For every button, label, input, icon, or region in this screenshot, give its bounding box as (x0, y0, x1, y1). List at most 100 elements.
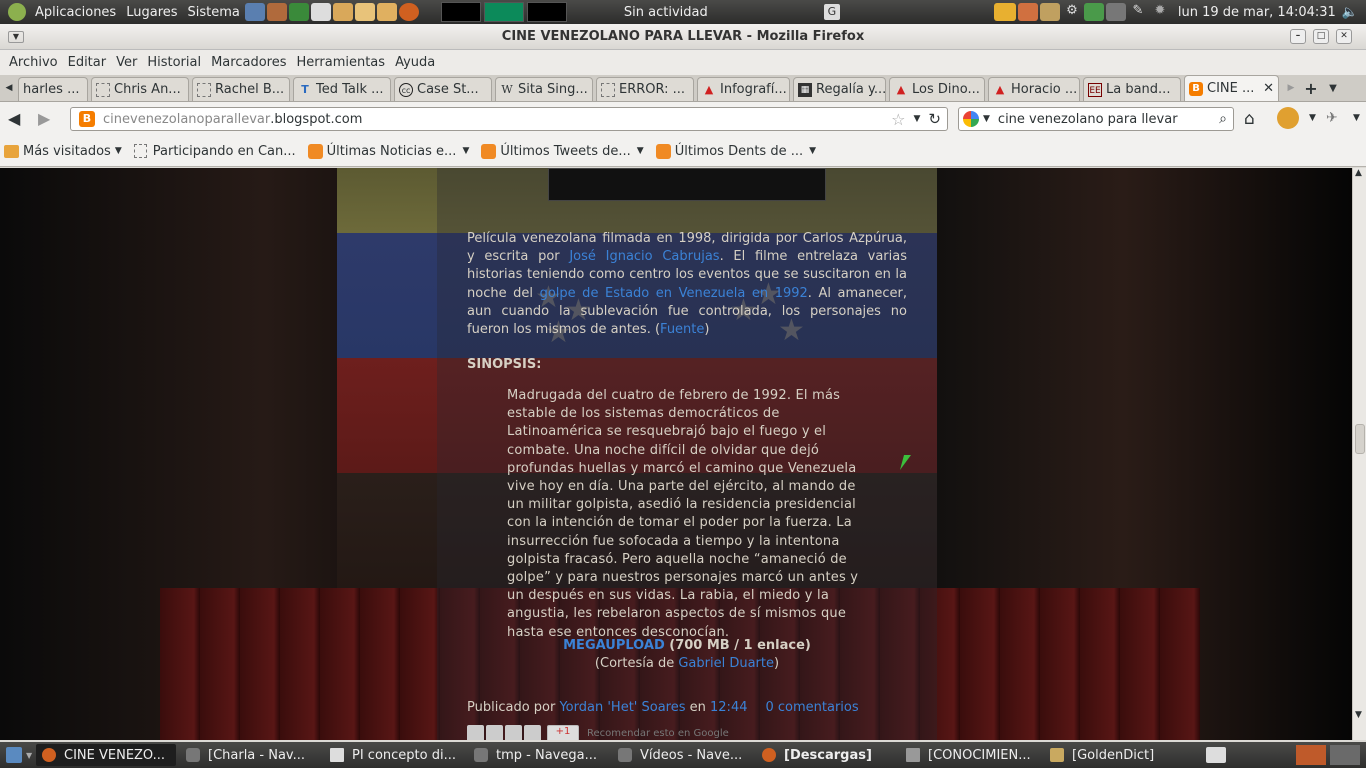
gmail-notifier-icon[interactable]: G (823, 4, 840, 20)
movie-poster-image[interactable] (548, 168, 826, 201)
tab[interactable]: Rachel B... (192, 77, 290, 101)
home-folder-icon[interactable] (354, 3, 375, 21)
close-tab-icon[interactable]: ✕ (1263, 81, 1274, 96)
page-scrollbar[interactable]: ▲ ▼ (1352, 168, 1366, 740)
launcher-icon[interactable] (332, 3, 353, 21)
addon-toolbar-icon[interactable] (1277, 107, 1299, 129)
menu-historial[interactable]: Historial (142, 55, 206, 70)
blog-share-icon[interactable] (486, 725, 503, 740)
tray-icon[interactable] (1083, 3, 1104, 21)
taskbar-item[interactable]: [CONOCIMIEN... (900, 744, 1040, 766)
menu-archivo[interactable]: Archivo (4, 55, 63, 70)
window-titlebar[interactable]: ▼ CINE VENEZOLANO PARA LLEVAR - Mozilla … (0, 24, 1366, 50)
tray-icon[interactable] (1039, 3, 1060, 21)
window-list-handle[interactable]: ▼ (26, 751, 36, 760)
comments-link[interactable]: 0 comentarios (765, 700, 858, 715)
tabs-scroll-left-icon[interactable]: ◀ (0, 83, 18, 93)
tab[interactable]: ERROR: ... (596, 77, 694, 101)
reload-icon[interactable]: ↻ (928, 110, 941, 128)
taskbar-item[interactable]: [Descargas] (756, 744, 896, 766)
bookmark-ultimos-tweets[interactable]: Últimos Tweets de... ▼ (481, 143, 644, 159)
search-icon[interactable]: ⌕ (1219, 111, 1227, 127)
list-tabs-icon[interactable]: ▼ (1322, 83, 1344, 94)
gear-icon[interactable]: ⚙ (1062, 3, 1082, 21)
workspace-switcher[interactable] (1296, 745, 1326, 765)
taskbar-item[interactable]: CINE VENEZO... (36, 744, 176, 766)
search-input[interactable]: cine venezolano para llevar (998, 112, 1178, 127)
weather-icon[interactable]: ✹ (1150, 3, 1170, 21)
addon-settings-icon[interactable]: ✈ (1326, 110, 1338, 126)
twitter-share-icon[interactable] (505, 725, 522, 740)
home-icon[interactable]: ⌂ (1244, 109, 1255, 129)
bookmark-star-icon[interactable]: ☆ (891, 110, 905, 129)
tab[interactable]: T Ted Talk ... (293, 77, 391, 101)
bookmark-ultimas-noticias[interactable]: Últimas Noticias e... ▼ (307, 143, 469, 159)
firefox-launcher-icon[interactable] (398, 3, 419, 21)
show-desktop-icon[interactable] (6, 747, 22, 763)
tab[interactable]: harles ... (18, 77, 88, 101)
email-share-icon[interactable] (467, 725, 484, 740)
link-fuente[interactable]: Fuente (660, 322, 704, 337)
tab[interactable]: ▲ Los Dino... (889, 77, 985, 101)
tray-icon[interactable] (1105, 3, 1126, 21)
bookmark-ultimos-dents[interactable]: Últimos Dents de ... ▼ (655, 143, 816, 159)
addon-dropdown-icon[interactable]: ▼ (1309, 113, 1316, 123)
tab-active[interactable]: B CINE ... ✕ (1184, 75, 1279, 101)
taskbar-item[interactable]: PI concepto di... (324, 744, 464, 766)
link-golpe-1992[interactable]: golpe de Estado en Venezuela en 1992 (540, 286, 808, 301)
ubuntu-logo-icon[interactable] (8, 3, 26, 21)
addon-settings-dropdown-icon[interactable]: ▼ (1353, 113, 1360, 123)
google-plus-one-button[interactable]: +1 (547, 725, 579, 740)
window-menu-icon[interactable]: ▼ (8, 31, 24, 43)
applications-menu[interactable]: Aplicaciones (30, 5, 121, 20)
tab[interactable]: Chris An... (91, 77, 189, 101)
menu-ayuda[interactable]: Ayuda (390, 55, 440, 70)
volume-icon[interactable]: 🔈 (1342, 5, 1358, 20)
link-jose-ignacio-cabrujas[interactable]: José Ignacio Cabrujas (569, 249, 719, 264)
launcher-icon[interactable] (244, 3, 265, 21)
url-history-dropdown-icon[interactable]: ▼ (914, 114, 921, 124)
maximize-button[interactable]: □ (1313, 29, 1329, 44)
url-bar[interactable]: B cinevenezolanoparallevar .blogspot.com … (70, 107, 948, 131)
post-time-link[interactable]: 12:44 (710, 700, 747, 715)
clock[interactable]: lun 19 de mar, 14:04:31 (1178, 5, 1336, 20)
menu-marcadores[interactable]: Marcadores (206, 55, 291, 70)
launcher-icon[interactable] (310, 3, 331, 21)
tab[interactable]: cc Case St... (394, 77, 492, 101)
tabs-scroll-right-icon[interactable]: ▶ (1282, 83, 1300, 93)
taskbar-item[interactable]: [Charla - Nav... (180, 744, 320, 766)
bookmark-participando[interactable]: Participando en Can... (133, 144, 296, 159)
menu-herramientas[interactable]: Herramientas (292, 55, 391, 70)
tray-icon[interactable] (993, 3, 1016, 21)
launcher-icon[interactable] (266, 3, 287, 21)
system-menu[interactable]: Sistema (183, 5, 245, 20)
minimize-button[interactable]: – (1290, 29, 1306, 44)
menu-editar[interactable]: Editar (63, 55, 112, 70)
tab[interactable]: W Sita Sing... (495, 77, 593, 101)
folder-icon[interactable] (376, 3, 397, 21)
tray-icon[interactable] (1017, 3, 1038, 21)
places-menu[interactable]: Lugares (121, 5, 182, 20)
facebook-share-icon[interactable] (524, 725, 541, 740)
workspace-switcher[interactable] (1330, 745, 1360, 765)
google-search-engine-icon[interactable] (963, 111, 979, 127)
scroll-down-icon[interactable]: ▼ (1355, 710, 1362, 720)
forward-icon[interactable]: ▶ (38, 109, 50, 128)
bookmark-most-visited[interactable]: Más visitados ▼ (4, 144, 122, 159)
search-bar[interactable]: ▼ cine venezolano para llevar ⌕ (958, 107, 1234, 131)
tab[interactable]: ▦ Regalía y... (793, 77, 886, 101)
tab[interactable]: ▲ Infografí... (697, 77, 790, 101)
launcher-icon[interactable] (288, 3, 309, 21)
link-gabriel-duarte[interactable]: Gabriel Duarte (678, 656, 774, 671)
megaupload-link[interactable]: MEGAUPLOAD (563, 638, 665, 653)
tab[interactable]: EE La band... (1083, 77, 1181, 101)
close-window-button[interactable]: ✕ (1336, 29, 1352, 44)
search-engine-dropdown-icon[interactable]: ▼ (983, 114, 990, 124)
back-icon[interactable]: ◀ (8, 109, 20, 128)
taskbar-item[interactable]: [GoldenDict] (1044, 744, 1184, 766)
taskbar-item[interactable]: tmp - Navega... (468, 744, 608, 766)
taskbar-item[interactable]: Vídeos - Nave... (612, 744, 752, 766)
menu-ver[interactable]: Ver (111, 55, 142, 70)
scroll-thumb[interactable] (1355, 424, 1365, 454)
pen-icon[interactable]: ✎ (1128, 3, 1148, 21)
